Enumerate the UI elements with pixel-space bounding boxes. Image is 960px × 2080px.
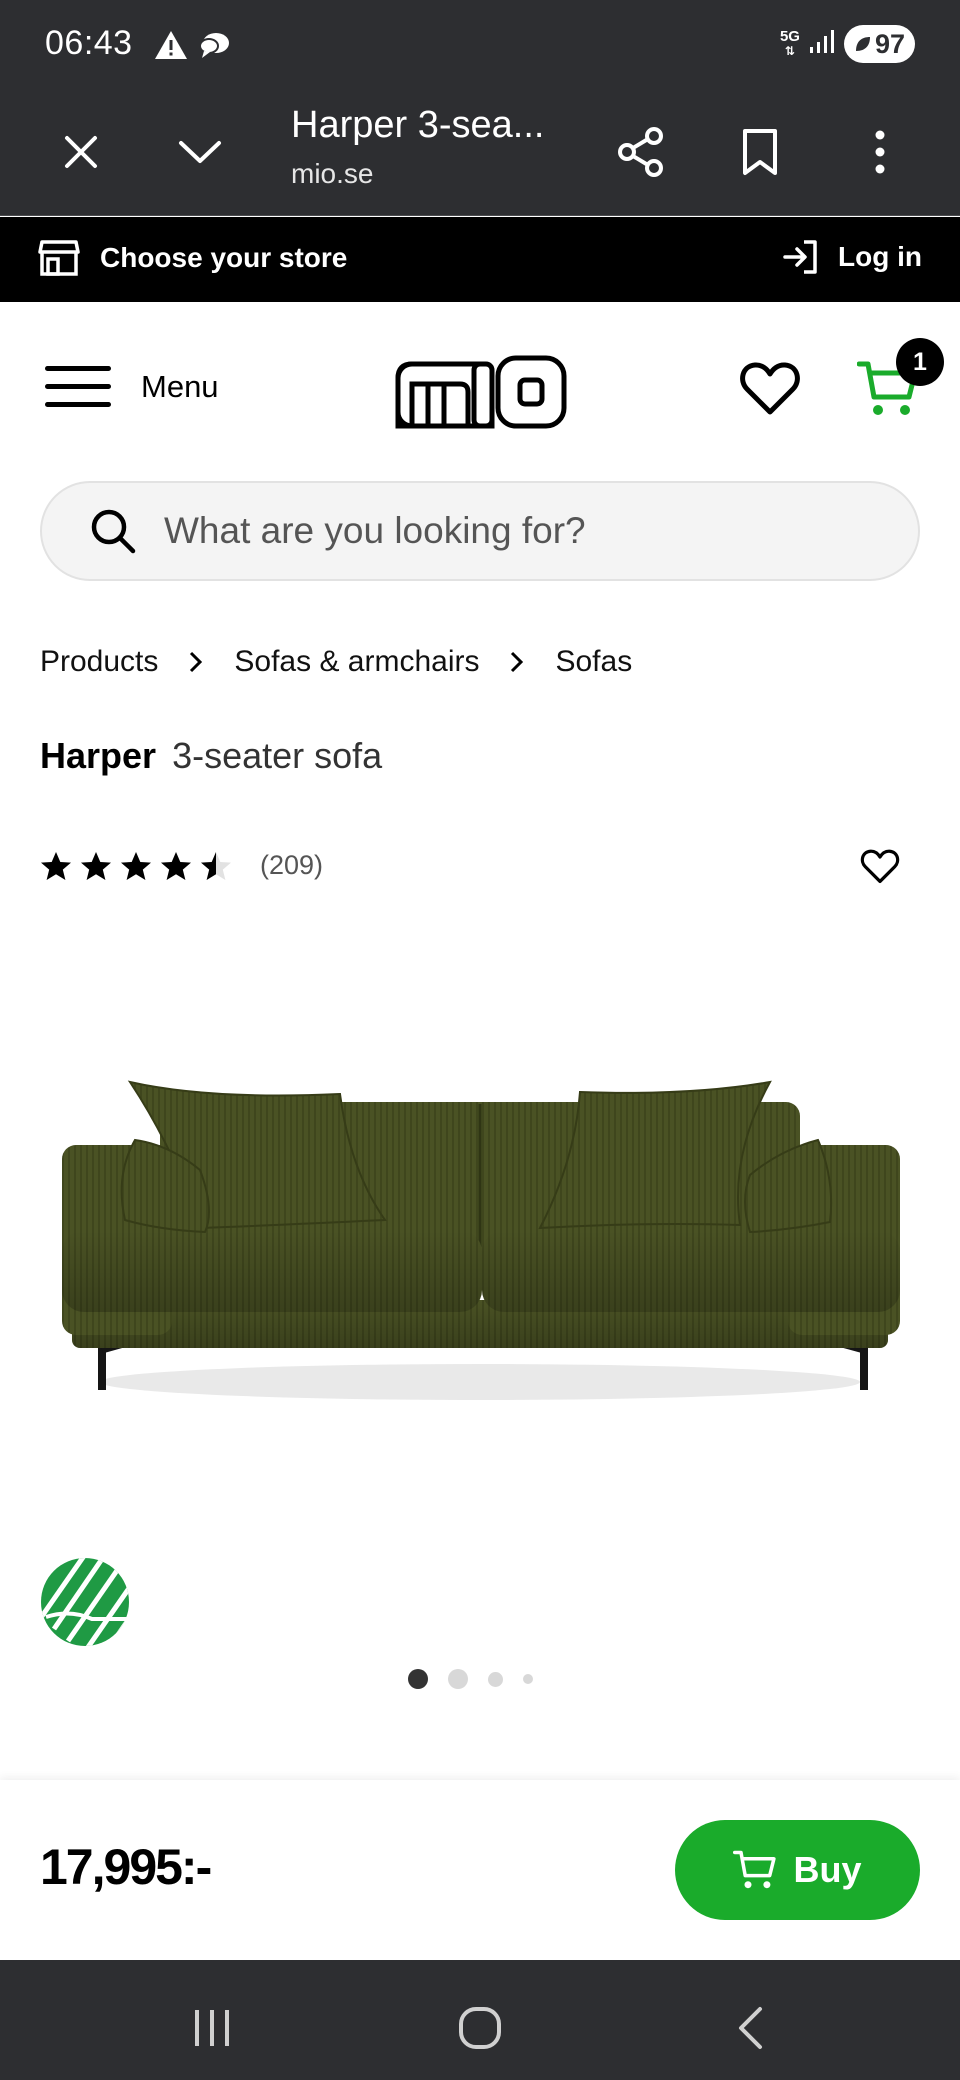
search-bar[interactable] — [40, 481, 920, 581]
leaf-icon — [855, 37, 870, 51]
choose-store-label: Choose your store — [100, 242, 348, 273]
breadcrumb-sofas-armchairs[interactable]: Sofas & armchairs — [234, 645, 479, 679]
browser-toolbar: Harper 3-sea... mio.se — [0, 90, 960, 216]
product-subtitle: 3-seater sofa — [172, 735, 383, 776]
rating-stars — [40, 851, 232, 881]
store-icon — [38, 240, 80, 276]
store-bar: Choose your store Log in — [0, 217, 960, 302]
choose-store-link[interactable]: Choose your store — [38, 239, 347, 277]
product-price: 17,995:- — [40, 1839, 212, 1895]
chevron-right-icon — [188, 650, 204, 674]
cart-count-badge: 1 — [896, 338, 944, 386]
buy-button[interactable]: Buy — [675, 1820, 920, 1920]
login-icon — [783, 240, 817, 274]
signal-icon — [808, 29, 836, 60]
buy-label: Buy — [793, 1849, 862, 1890]
favorite-heart-icon[interactable] — [860, 848, 900, 889]
star-icon — [161, 851, 191, 880]
battery-level: 97 — [874, 28, 905, 59]
buy-bar: 17,995:- Buy — [0, 1780, 960, 1960]
star-icon — [81, 851, 111, 880]
star-icon — [41, 851, 71, 880]
gallery-dot[interactable] — [523, 1674, 533, 1684]
breadcrumb-products[interactable]: Products — [40, 645, 158, 679]
gallery-dot[interactable] — [488, 1671, 503, 1687]
bookmark-icon[interactable] — [730, 122, 790, 182]
search-icon — [91, 509, 136, 554]
menu-label: Menu — [141, 369, 219, 404]
eco-label-badge — [40, 1557, 130, 1652]
gallery-pagination — [408, 1664, 533, 1694]
login-link[interactable]: Log in — [782, 239, 922, 275]
star-icon — [201, 851, 231, 880]
hamburger-icon — [45, 366, 111, 407]
product-title: Harper 3-seater sofa — [40, 735, 382, 777]
battery-indicator: 97 — [843, 25, 915, 63]
review-count: (209) — [260, 850, 324, 880]
svg-text:mio: mio — [390, 350, 392, 351]
chevron-down-icon[interactable] — [170, 122, 230, 182]
page-title: Harper 3-sea... — [291, 104, 545, 146]
wishlist-heart-icon[interactable] — [740, 360, 800, 421]
share-icon[interactable] — [611, 122, 671, 182]
mio-logo[interactable]: mio — [390, 350, 570, 437]
login-label: Log in — [838, 241, 922, 272]
home-icon[interactable] — [450, 1998, 510, 2058]
page-domain: mio.se — [291, 158, 374, 189]
cart-icon — [733, 1850, 777, 1889]
breadcrumb-sofas[interactable]: Sofas — [555, 645, 632, 679]
gallery-dot[interactable] — [448, 1669, 468, 1689]
system-nav-bar — [0, 1960, 960, 2080]
recent-apps-icon[interactable] — [182, 1998, 242, 2058]
gallery-dot[interactable] — [408, 1669, 428, 1689]
site-header: Menu mio 1 — [0, 302, 960, 477]
warning-icon — [154, 30, 188, 65]
chat-bubble-icon — [198, 32, 230, 65]
back-icon[interactable] — [720, 1998, 780, 2058]
menu-button[interactable]: Menu — [45, 364, 219, 410]
network-5g-indicator: 5G ⇅ — [779, 28, 800, 58]
more-vert-icon[interactable] — [850, 122, 910, 182]
breadcrumb: Products Sofas & armchairs Sofas — [40, 645, 632, 679]
close-icon[interactable] — [51, 122, 111, 182]
status-bar: 06:43 5G ⇅ 97 — [0, 0, 960, 90]
search-input[interactable] — [164, 510, 864, 552]
star-icon — [121, 851, 151, 880]
chevron-right-icon — [509, 650, 525, 674]
product-image[interactable] — [50, 1060, 910, 1420]
status-time: 06:43 — [45, 24, 133, 62]
product-rating[interactable]: (209) — [40, 850, 323, 881]
product-name: Harper — [40, 735, 157, 776]
